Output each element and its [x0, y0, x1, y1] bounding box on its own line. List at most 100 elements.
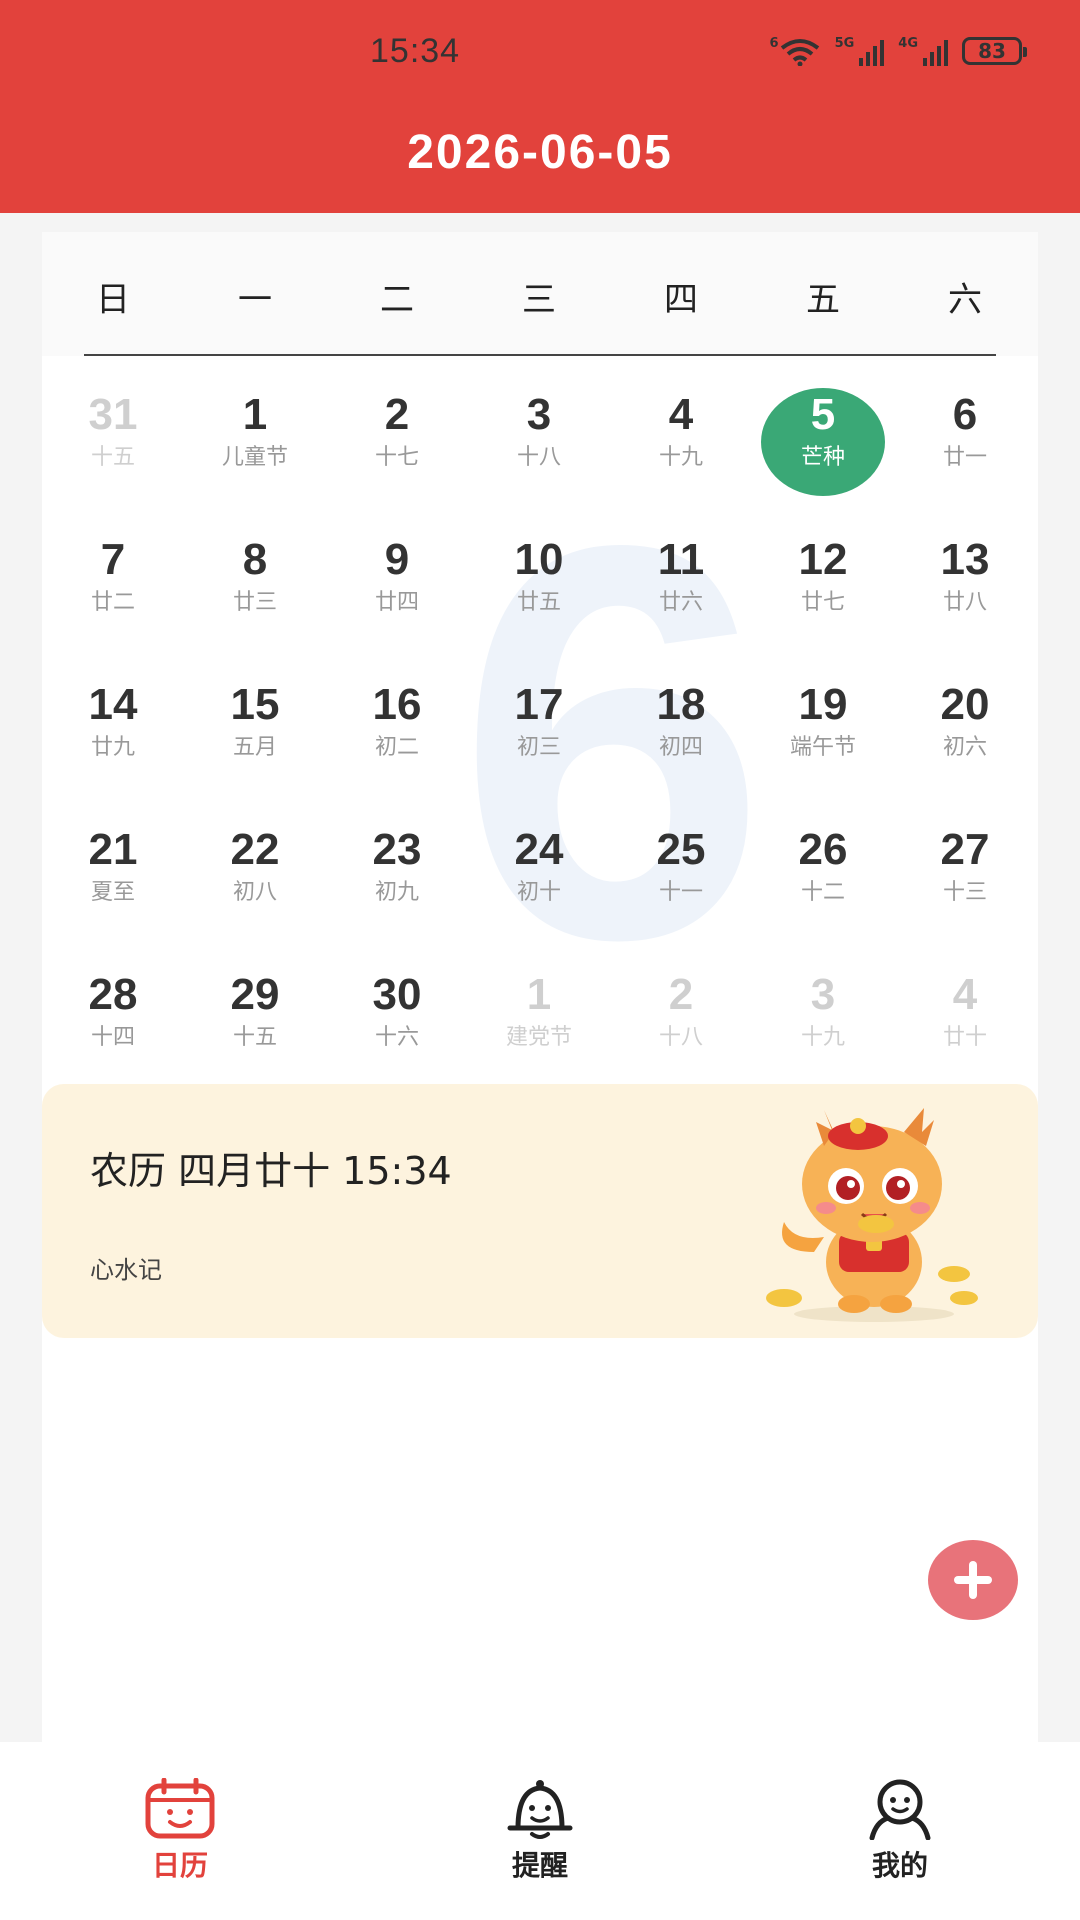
- day-cell[interactable]: 2 十七: [326, 362, 468, 507]
- day-cell[interactable]: 1 建党节: [468, 942, 610, 1087]
- day-cell[interactable]: 15 五月: [184, 652, 326, 797]
- day-cell[interactable]: 3 十八: [468, 362, 610, 507]
- day-number: 21: [88, 825, 138, 874]
- day-number: 18: [656, 680, 706, 729]
- day-number: 29: [230, 970, 280, 1019]
- day-lunar-label: 廿十: [942, 1025, 987, 1050]
- day-cell-selected[interactable]: 5 芒种: [752, 362, 894, 507]
- day-cell[interactable]: 22 初八: [184, 797, 326, 942]
- battery-indicator: 83: [962, 37, 1027, 65]
- nav-tab-profile[interactable]: 我的: [800, 1778, 1000, 1884]
- day-number: 17: [514, 680, 564, 729]
- day-number: 16: [372, 680, 422, 729]
- day-number: 28: [88, 970, 138, 1019]
- day-cell[interactable]: 4 廿十: [894, 942, 1036, 1087]
- day-lunar-label: 十二: [800, 880, 845, 905]
- signal-5g-label: 5G: [834, 36, 855, 51]
- day-cell[interactable]: 26 十二: [752, 797, 894, 942]
- day-lunar-label: 十五: [232, 1025, 277, 1050]
- day-number: 25: [656, 825, 706, 874]
- day-lunar-label: 十八: [658, 1025, 703, 1050]
- day-lunar-label: 十四: [90, 1025, 135, 1050]
- day-cell[interactable]: 3 十九: [752, 942, 894, 1087]
- day-cell[interactable]: 13 廿八: [894, 507, 1036, 652]
- day-cell[interactable]: 25 十一: [610, 797, 752, 942]
- day-lunar-label: 廿六: [658, 590, 703, 615]
- day-cell[interactable]: 1 儿童节: [184, 362, 326, 507]
- add-button[interactable]: [928, 1540, 1018, 1620]
- day-lunar-label: 初十: [516, 880, 561, 905]
- day-cell[interactable]: 8 廿三: [184, 507, 326, 652]
- day-cell[interactable]: 28 十四: [42, 942, 184, 1087]
- day-cell[interactable]: 14 廿九: [42, 652, 184, 797]
- bell-icon: [507, 1780, 573, 1839]
- day-number: 1: [526, 970, 552, 1019]
- calendar-card: 日 一 二 三 四 五 六 6 31 十五 1 儿童节 2 十七 3 十八 4 十九 5 芒种 6 廿一 7…: [42, 232, 1038, 1742]
- day-lunar-label: 十九: [800, 1025, 845, 1050]
- lunar-info-banner[interactable]: 农历 四月廿十 15:34 心水记: [42, 1084, 1038, 1338]
- day-cell[interactable]: 12 廿七: [752, 507, 894, 652]
- day-cell[interactable]: 19 端午节: [752, 652, 894, 797]
- day-cell[interactable]: 7 廿二: [42, 507, 184, 652]
- day-cell[interactable]: 29 十五: [184, 942, 326, 1087]
- status-icons: 6 5G 4G 83: [769, 36, 1027, 66]
- day-number: 11: [657, 535, 705, 584]
- day-lunar-label: 十九: [658, 445, 703, 470]
- day-cell[interactable]: 23 初九: [326, 797, 468, 942]
- day-number: 14: [88, 680, 138, 729]
- day-cell[interactable]: 16 初二: [326, 652, 468, 797]
- weekday-header: 日 一 二 三 四 五 六: [42, 232, 1038, 356]
- day-number: 2: [668, 970, 694, 1019]
- day-cell[interactable]: 9 廿四: [326, 507, 468, 652]
- nav-tab-calendar[interactable]: 日历: [80, 1778, 280, 1884]
- day-lunar-label: 十七: [374, 445, 419, 470]
- day-lunar-label: 廿一: [942, 445, 987, 470]
- profile-icon: [869, 1779, 931, 1840]
- day-cell[interactable]: 20 初六: [894, 652, 1036, 797]
- day-lunar-label: 端午节: [789, 735, 856, 760]
- dragon-mascot-icon: [766, 1108, 978, 1322]
- day-number: 3: [810, 970, 836, 1019]
- day-cell[interactable]: 4 十九: [610, 362, 752, 507]
- day-cell[interactable]: 2 十八: [610, 942, 752, 1087]
- day-cell[interactable]: 11 廿六: [610, 507, 752, 652]
- plus-icon: [954, 1561, 992, 1599]
- wifi-badge: 6: [769, 36, 779, 51]
- day-number: 27: [940, 825, 990, 874]
- day-cell[interactable]: 6 廿一: [894, 362, 1036, 507]
- day-number: 15: [230, 680, 280, 729]
- day-cell[interactable]: 10 廿五: [468, 507, 610, 652]
- day-lunar-label: 十五: [90, 445, 135, 470]
- day-number: 30: [372, 970, 422, 1019]
- day-number: 12: [798, 535, 848, 584]
- weekday-sun: 日: [96, 280, 130, 320]
- day-cell[interactable]: 17 初三: [468, 652, 610, 797]
- nav-tab-reminder[interactable]: 提醒: [440, 1778, 640, 1884]
- weekday-mon: 一: [238, 280, 272, 320]
- day-cell[interactable]: 31 十五: [42, 362, 184, 507]
- day-lunar-label: 儿童节: [221, 445, 288, 470]
- day-lunar-label: 廿九: [90, 735, 135, 760]
- nav-label-profile: 我的: [871, 1849, 928, 1882]
- day-lunar-label: 初八: [232, 880, 277, 905]
- nav-label-calendar: 日历: [151, 1849, 208, 1882]
- day-cell[interactable]: 24 初十: [468, 797, 610, 942]
- signal-4g-icon: 4G: [898, 36, 948, 66]
- day-lunar-label: 廿三: [232, 590, 277, 615]
- day-cell[interactable]: 30 十六: [326, 942, 468, 1087]
- page-title[interactable]: 2026-06-05: [0, 125, 1080, 180]
- day-number: 7: [100, 535, 126, 584]
- day-lunar-label: 五月: [232, 735, 277, 760]
- day-cell[interactable]: 18 初四: [610, 652, 752, 797]
- day-number: 4: [952, 970, 978, 1019]
- day-number: 23: [372, 825, 422, 874]
- day-number: 5: [810, 390, 836, 439]
- day-cell[interactable]: 21 夏至: [42, 797, 184, 942]
- day-lunar-label: 十六: [374, 1025, 419, 1050]
- day-number: 20: [940, 680, 990, 729]
- day-lunar-label: 芒种: [800, 445, 845, 470]
- day-lunar-label: 十八: [516, 445, 561, 470]
- day-number: 10: [514, 535, 564, 584]
- day-cell[interactable]: 27 十三: [894, 797, 1036, 942]
- day-number: 13: [940, 535, 990, 584]
